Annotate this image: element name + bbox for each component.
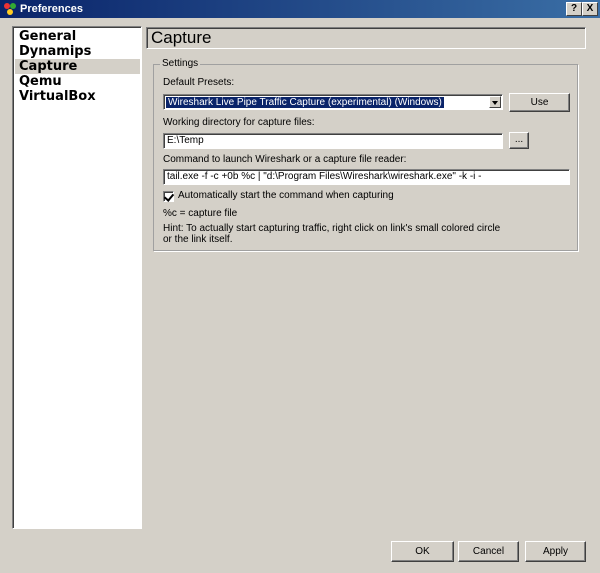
close-button[interactable]: X bbox=[582, 2, 598, 16]
autostart-checkbox[interactable] bbox=[163, 191, 174, 202]
browse-directory-button[interactable]: ... bbox=[509, 132, 529, 149]
sidebar-item-dynamips[interactable]: Dynamips bbox=[15, 44, 140, 59]
apply-button[interactable]: Apply bbox=[525, 541, 586, 562]
use-preset-button[interactable]: Use bbox=[509, 93, 570, 112]
capture-file-note: %c = capture file bbox=[163, 208, 238, 219]
command-input[interactable]: tail.exe -f -c +0b %c | "d:\Program File… bbox=[163, 169, 570, 185]
cancel-button[interactable]: Cancel bbox=[458, 541, 519, 562]
working-directory-label: Working directory for capture files: bbox=[163, 117, 315, 128]
sidebar-item-general[interactable]: General bbox=[15, 29, 140, 44]
working-directory-input[interactable]: E:\Temp bbox=[163, 133, 503, 149]
default-presets-selected-value: Wireshark Live Pipe Traffic Capture (exp… bbox=[166, 97, 444, 108]
default-presets-label: Default Presets: bbox=[163, 77, 235, 88]
sidebar-item-capture[interactable]: Capture bbox=[15, 59, 140, 74]
sidebar-item-qemu[interactable]: Qemu bbox=[15, 74, 140, 89]
title-bar[interactable]: Preferences ? X bbox=[0, 0, 600, 18]
page-title: Capture bbox=[146, 27, 586, 49]
hint-text-line2: or the link itself. bbox=[163, 234, 233, 245]
settings-group-label: Settings bbox=[160, 58, 201, 70]
default-presets-dropdown[interactable]: Wireshark Live Pipe Traffic Capture (exp… bbox=[163, 94, 503, 110]
app-icon bbox=[4, 3, 16, 15]
preferences-category-list[interactable]: General Dynamips Capture Qemu VirtualBox bbox=[12, 26, 142, 529]
help-button[interactable]: ? bbox=[566, 2, 582, 16]
autostart-label[interactable]: Automatically start the command when cap… bbox=[178, 190, 394, 202]
command-label: Command to launch Wireshark or a capture… bbox=[163, 154, 407, 165]
chevron-down-icon[interactable] bbox=[489, 96, 501, 108]
ok-button[interactable]: OK bbox=[391, 541, 454, 562]
preferences-window: Preferences ? X General Dynamips Capture… bbox=[0, 0, 600, 573]
window-title: Preferences bbox=[20, 3, 83, 15]
sidebar-item-virtualbox[interactable]: VirtualBox bbox=[15, 89, 140, 104]
